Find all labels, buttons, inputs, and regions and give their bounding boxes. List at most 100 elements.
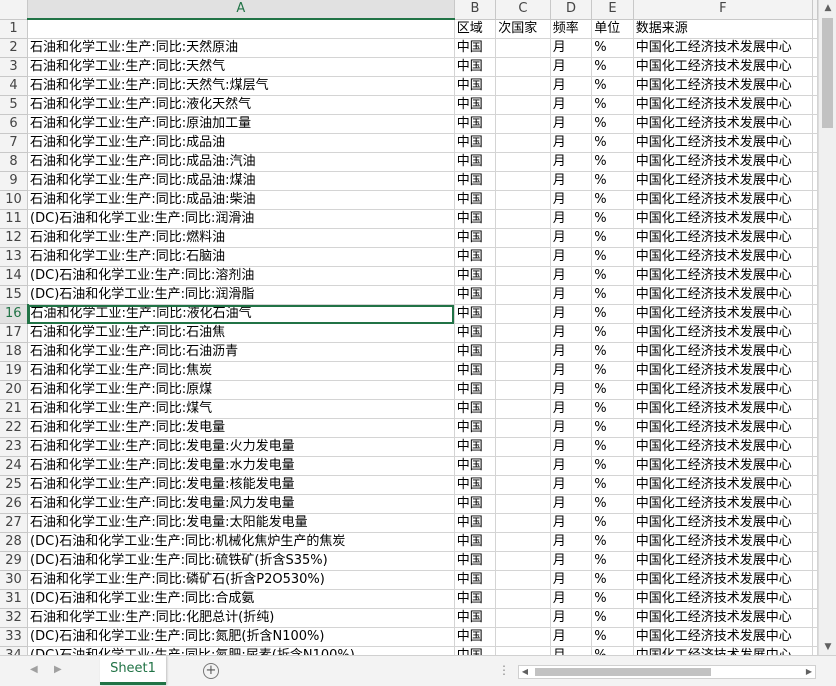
cell-blank[interactable] (812, 437, 818, 457)
cell-e22[interactable]: % (591, 418, 634, 438)
row-header[interactable]: 6 (0, 114, 29, 134)
cell-blank[interactable] (812, 114, 818, 134)
cell-e24[interactable]: % (591, 456, 634, 476)
cell-c21[interactable] (495, 399, 551, 419)
cell-blank[interactable] (812, 380, 818, 400)
cell-c1[interactable]: 次国家 (495, 19, 551, 39)
cell-a32[interactable]: 石油和化学工业:生产:同比:化肥总计(折纯) (27, 608, 455, 628)
cell-a17[interactable]: 石油和化学工业:生产:同比:石油焦 (27, 323, 455, 343)
cell-b5[interactable]: 中国 (454, 95, 497, 115)
cell-a6[interactable]: 石油和化学工业:生产:同比:原油加工量 (27, 114, 455, 134)
cell-b1[interactable]: 区域 (454, 19, 497, 39)
cell-blank[interactable] (812, 304, 818, 324)
cell-a34[interactable]: (DC)石油和化学工业:生产:同比:氮肥:尿素(折含N100%) (27, 646, 455, 655)
cell-blank[interactable] (812, 494, 818, 514)
cell-b31[interactable]: 中国 (454, 589, 497, 609)
cell-a25[interactable]: 石油和化学工业:生产:同比:发电量:核能发电量 (27, 475, 455, 495)
prev-sheet-icon[interactable]: ◀ (30, 664, 38, 675)
cell-blank[interactable] (812, 266, 818, 286)
vertical-scroll-thumb[interactable] (822, 18, 833, 128)
cell-c15[interactable] (495, 285, 551, 305)
cell-c32[interactable] (495, 608, 551, 628)
cell-f1[interactable]: 数据来源 (633, 19, 814, 39)
cell-e30[interactable]: % (591, 570, 634, 590)
cell-e14[interactable]: % (591, 266, 634, 286)
row-header[interactable]: 2 (0, 38, 29, 58)
cell-a21[interactable]: 石油和化学工业:生产:同比:煤气 (27, 399, 455, 419)
cell-a27[interactable]: 石油和化学工业:生产:同比:发电量:太阳能发电量 (27, 513, 455, 533)
row-header[interactable]: 26 (0, 494, 29, 514)
cell-d14[interactable]: 月 (550, 266, 593, 286)
cell-e8[interactable]: % (591, 152, 634, 172)
cell-a4[interactable]: 石油和化学工业:生产:同比:天然气:煤层气 (27, 76, 455, 96)
cell-b18[interactable]: 中国 (454, 342, 497, 362)
cell-b34[interactable]: 中国 (454, 646, 497, 655)
cell-f24[interactable]: 中国化工经济技术发展中心 (633, 456, 814, 476)
cell-blank[interactable] (812, 456, 818, 476)
cell-e26[interactable]: % (591, 494, 634, 514)
cell-b13[interactable]: 中国 (454, 247, 497, 267)
cell-f15[interactable]: 中国化工经济技术发展中心 (633, 285, 814, 305)
row-header[interactable]: 34 (0, 646, 29, 655)
cell-d11[interactable]: 月 (550, 209, 593, 229)
cell-d8[interactable]: 月 (550, 152, 593, 172)
column-header-a[interactable]: A (27, 0, 455, 20)
cell-blank[interactable] (812, 589, 818, 609)
cell-blank[interactable] (812, 57, 818, 77)
row-header[interactable]: 18 (0, 342, 29, 362)
row-header[interactable]: 32 (0, 608, 29, 628)
cell-blank[interactable] (812, 152, 818, 172)
vertical-scrollbar[interactable]: ▲ ▼ (818, 0, 836, 655)
cell-blank[interactable] (812, 646, 818, 655)
cell-d31[interactable]: 月 (550, 589, 593, 609)
row-header[interactable]: 7 (0, 133, 29, 153)
cell-d5[interactable]: 月 (550, 95, 593, 115)
cell-b22[interactable]: 中国 (454, 418, 497, 438)
cell-f34[interactable]: 中国化工经济技术发展中心 (633, 646, 814, 655)
cell-f9[interactable]: 中国化工经济技术发展中心 (633, 171, 814, 191)
cell-f20[interactable]: 中国化工经济技术发展中心 (633, 380, 814, 400)
row-header[interactable]: 5 (0, 95, 29, 115)
cell-d27[interactable]: 月 (550, 513, 593, 533)
row-header[interactable]: 27 (0, 513, 29, 533)
row-header[interactable]: 33 (0, 627, 29, 647)
row-header[interactable]: 30 (0, 570, 29, 590)
cell-b21[interactable]: 中国 (454, 399, 497, 419)
cell-blank[interactable] (812, 399, 818, 419)
cell-e6[interactable]: % (591, 114, 634, 134)
row-header[interactable]: 14 (0, 266, 29, 286)
cell-a31[interactable]: (DC)石油和化学工业:生产:同比:合成氨 (27, 589, 455, 609)
cell-f25[interactable]: 中国化工经济技术发展中心 (633, 475, 814, 495)
cell-d19[interactable]: 月 (550, 361, 593, 381)
cell-a20[interactable]: 石油和化学工业:生产:同比:原煤 (27, 380, 455, 400)
cell-c20[interactable] (495, 380, 551, 400)
cell-c26[interactable] (495, 494, 551, 514)
cell-blank[interactable] (812, 228, 818, 248)
cell-f33[interactable]: 中国化工经济技术发展中心 (633, 627, 814, 647)
cell-d30[interactable]: 月 (550, 570, 593, 590)
cell-c5[interactable] (495, 95, 551, 115)
cell-e21[interactable]: % (591, 399, 634, 419)
cell-a2[interactable]: 石油和化学工业:生产:同比:天然原油 (27, 38, 455, 58)
cell-d34[interactable]: 月 (550, 646, 593, 655)
cell-e20[interactable]: % (591, 380, 634, 400)
cell-a23[interactable]: 石油和化学工业:生产:同比:发电量:火力发电量 (27, 437, 455, 457)
cell-blank[interactable] (812, 532, 818, 552)
cell-d17[interactable]: 月 (550, 323, 593, 343)
cell-blank[interactable] (812, 19, 818, 39)
cell-e4[interactable]: % (591, 76, 634, 96)
cell-blank[interactable] (812, 342, 818, 362)
cell-b23[interactable]: 中国 (454, 437, 497, 457)
cell-a1[interactable] (27, 19, 455, 39)
cell-c18[interactable] (495, 342, 551, 362)
cell-f31[interactable]: 中国化工经济技术发展中心 (633, 589, 814, 609)
row-header[interactable]: 25 (0, 475, 29, 495)
cell-blank[interactable] (812, 551, 818, 571)
cell-b20[interactable]: 中国 (454, 380, 497, 400)
row-header[interactable]: 28 (0, 532, 29, 552)
cell-blank[interactable] (812, 570, 818, 590)
cell-blank[interactable] (812, 627, 818, 647)
cell-b28[interactable]: 中国 (454, 532, 497, 552)
cell-d2[interactable]: 月 (550, 38, 593, 58)
cell-e10[interactable]: % (591, 190, 634, 210)
